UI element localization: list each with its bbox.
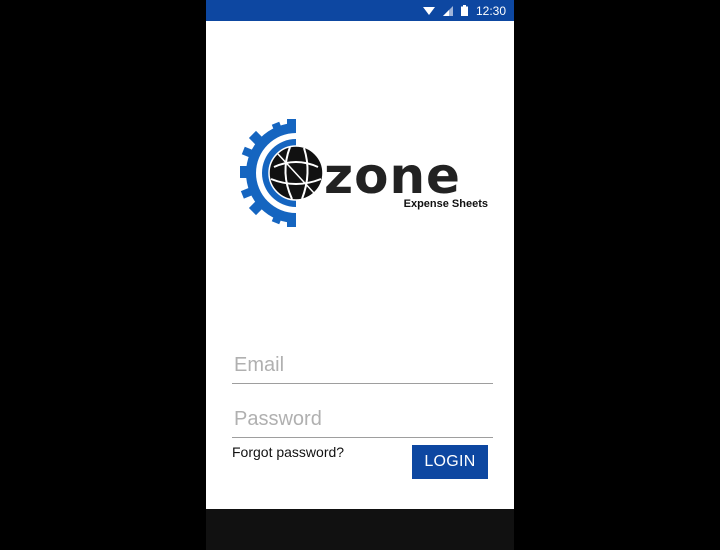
- login-screen: zone Expense Sheets Forgot password? LOG…: [206, 21, 514, 509]
- battery-icon: [460, 5, 468, 16]
- wifi-icon: [422, 6, 435, 15]
- status-icons: 12:30: [422, 0, 506, 21]
- globe-icon: [268, 145, 324, 201]
- zone-logo: zone Expense Sheets: [240, 119, 488, 227]
- email-field[interactable]: [232, 350, 493, 384]
- logo-wordmark: zone: [324, 147, 461, 205]
- password-field[interactable]: [232, 404, 493, 438]
- phone-screen: 12:30 zone Expense Sheets Email Forgot p…: [206, 0, 514, 550]
- login-button[interactable]: LOGIN: [412, 445, 488, 479]
- signal-icon: [442, 5, 453, 16]
- status-bar: 12:30: [206, 0, 514, 21]
- navigation-bar: [206, 509, 514, 550]
- logo-tagline: Expense Sheets: [404, 198, 488, 210]
- forgot-password-link[interactable]: Forgot password?: [232, 444, 344, 460]
- status-time: 12:30: [475, 3, 506, 18]
